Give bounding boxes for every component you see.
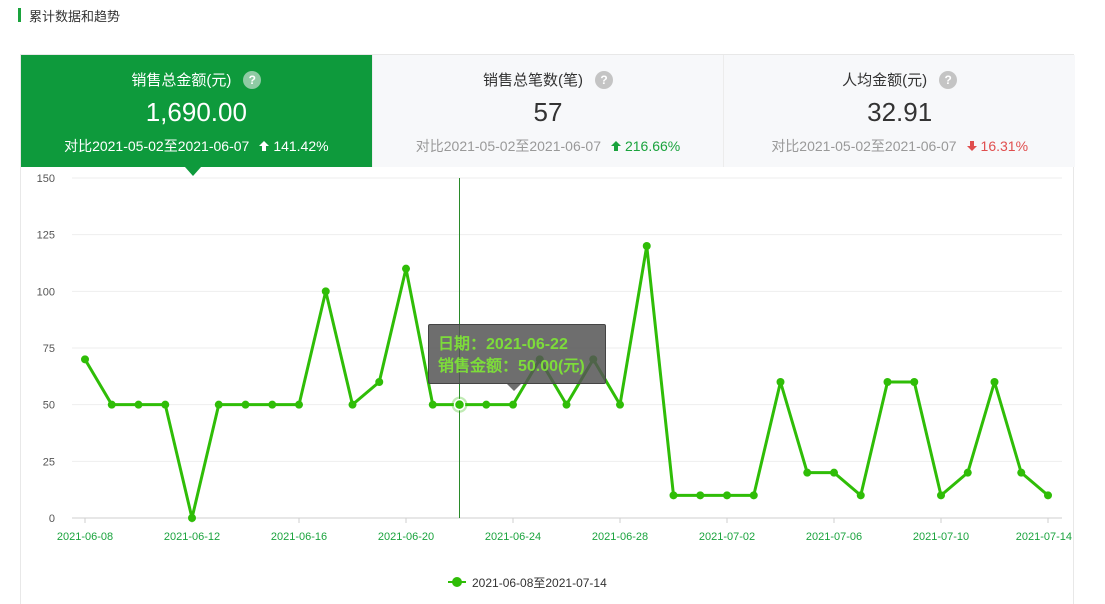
data-point xyxy=(856,491,865,500)
data-point xyxy=(107,400,116,409)
data-point xyxy=(562,400,571,409)
data-point xyxy=(81,355,89,364)
data-point xyxy=(321,287,330,296)
y-tick-label: 50 xyxy=(43,400,55,412)
x-tick-label: 2021-07-10 xyxy=(913,531,969,543)
legend-label: 2021-06-08至2021-07-14 xyxy=(472,575,607,590)
data-point xyxy=(214,400,223,409)
y-tick-label: 0 xyxy=(49,513,55,525)
data-point xyxy=(749,491,758,500)
data-point xyxy=(937,491,945,500)
data-point xyxy=(134,400,143,409)
y-tick-label: 100 xyxy=(37,286,55,298)
chart-legend[interactable]: 2021-06-08至2021-07-14 xyxy=(448,574,607,590)
x-tick-label: 2021-07-02 xyxy=(699,531,755,543)
data-point xyxy=(509,400,517,409)
data-point xyxy=(375,378,384,386)
x-tick-label: 2021-06-20 xyxy=(378,531,434,543)
data-point xyxy=(188,514,196,522)
x-tick-label: 2021-07-14 xyxy=(1016,531,1072,543)
data-point xyxy=(295,400,303,409)
data-point xyxy=(161,400,170,409)
tooltip-value: 销售金额：50.00(元) xyxy=(438,358,585,375)
data-point xyxy=(803,468,812,477)
tooltip-date: 日期：2021-06-22 xyxy=(438,336,568,353)
x-tick-label: 2021-06-28 xyxy=(592,531,648,543)
data-point xyxy=(963,468,972,477)
trend-chart[interactable]: 0 25 50 75 100 125 150 2021-06-08 2021-06-12 2021… xyxy=(0,0,1105,604)
data-point xyxy=(910,378,919,386)
tooltip-tail xyxy=(507,384,521,391)
data-point xyxy=(776,378,785,386)
data-point xyxy=(669,491,678,500)
x-tick-label: 2021-06-12 xyxy=(164,531,220,543)
y-tick-label: 150 xyxy=(37,173,55,185)
x-tick-label: 2021-06-24 xyxy=(485,531,541,543)
data-point xyxy=(348,400,357,409)
legend-marker-icon xyxy=(448,577,466,587)
data-point xyxy=(696,491,705,500)
data-point xyxy=(1017,468,1026,477)
data-point xyxy=(642,242,651,250)
highlight-point xyxy=(453,398,466,411)
data-point xyxy=(723,491,731,500)
x-tick-label: 2021-06-16 xyxy=(271,531,327,543)
data-point xyxy=(482,400,491,409)
chart-tooltip: 日期：2021-06-22 销售金额：50.00(元) xyxy=(428,324,606,384)
data-point xyxy=(1044,491,1052,500)
data-point xyxy=(402,264,410,273)
y-tick-label: 25 xyxy=(43,456,55,468)
data-point xyxy=(268,400,277,409)
data-point xyxy=(990,378,999,386)
data-point xyxy=(241,400,250,409)
data-point xyxy=(830,468,838,477)
y-tick-label: 75 xyxy=(43,343,55,355)
x-tick-label: 2021-06-08 xyxy=(57,531,113,543)
data-point xyxy=(883,378,892,386)
x-tick-label: 2021-07-06 xyxy=(806,531,862,543)
data-point xyxy=(616,400,624,409)
data-point xyxy=(428,400,437,409)
y-tick-label: 125 xyxy=(37,230,55,242)
